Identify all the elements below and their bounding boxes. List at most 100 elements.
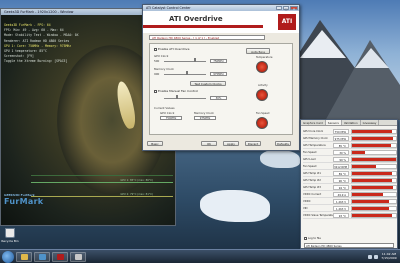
sensor-name: GPU Temp #3 — [303, 185, 321, 189]
snow-peak — [300, 30, 346, 58]
sensor-value: 975 MHz — [333, 135, 349, 141]
sensor-row: GPU Core Clock 750 MHz — [303, 128, 397, 135]
memory-clock-min: 900 — [154, 72, 160, 76]
checkbox-label: Enable Manual Fan Control — [158, 89, 199, 93]
sensor-value: 94 °C — [333, 184, 349, 190]
sensor-graph — [351, 149, 397, 155]
tab-validation[interactable]: Validation — [342, 120, 361, 125]
memory-clock-slider[interactable] — [164, 71, 206, 75]
sensor-row: VDDC 1.263 V — [303, 198, 397, 205]
sensor-graph-fill — [352, 164, 377, 168]
tab-giveaway[interactable]: Giveaway — [361, 120, 380, 125]
sensor-graph-fill — [352, 185, 393, 189]
sensor-value: 90 °C — [333, 177, 349, 183]
sensor-value: 99 % — [333, 156, 349, 162]
tab-graphics-card[interactable]: Graphics Card — [301, 120, 326, 125]
graph-line-gpu1 — [31, 182, 173, 183]
ati-overdrive-window[interactable]: ATI Catalyst Control Center – □ × ATI Ov… — [142, 4, 300, 151]
memory-clock-value[interactable]: 975MHz — [210, 72, 227, 76]
graph-label: GPU 2: 79°C (max: 81°C) — [120, 193, 153, 196]
slider-thumb[interactable] — [176, 95, 178, 99]
system-tray: 11:42 AM 7/15/2009 — [368, 252, 398, 260]
apply-button[interactable]: Apply — [223, 141, 239, 146]
minimize-button[interactable]: – — [276, 6, 282, 11]
taskbar-item-explorer[interactable] — [16, 251, 32, 262]
sensor-graph — [351, 142, 397, 148]
sensor-row: VDDC Slave Temperature 93 °C — [303, 212, 397, 219]
sensor-name: GPU Temp #1 — [303, 171, 321, 175]
furmark-info-overlay: Geeks3D FurMark - FPS: 64 FPS: Min: 49 -… — [4, 23, 79, 65]
sensor-row: GPU Memory Clock 975 MHz — [303, 135, 397, 142]
network-icon[interactable] — [368, 254, 372, 259]
sensor-name: GPU Core Clock — [303, 129, 324, 133]
fan-speed-slider[interactable] — [164, 95, 206, 99]
slider-thumb[interactable] — [186, 71, 188, 75]
overdrive-footer: Basic OK Apply Discard Defaults — [147, 141, 297, 148]
taskbar-item-ccc[interactable] — [52, 251, 68, 262]
tab-sensors[interactable]: Sensors — [325, 120, 342, 125]
sensor-graph-fill — [352, 213, 393, 217]
sensor-row: VDDC Current 49.9 A — [303, 191, 397, 198]
current-memory-clock-label: Memory Clock — [194, 111, 214, 115]
ok-button[interactable]: OK — [201, 141, 217, 146]
temperature-graph: GPU 1: 85°C (max: 86°C) GPU 2: 79°C (max… — [31, 175, 173, 219]
fan-speed-gauge-icon — [256, 117, 268, 129]
sensor-graph — [351, 170, 397, 176]
slider-thumb[interactable] — [194, 58, 196, 62]
checkbox-box — [304, 237, 307, 240]
desktop-icon-recycle-bin[interactable]: Recycle Bin — [1, 228, 19, 246]
maximize-button[interactable]: □ — [283, 6, 289, 11]
fan-speed-value[interactable]: 30% — [210, 96, 227, 100]
sensor-graph-fill — [352, 136, 394, 140]
ati-icon — [56, 253, 64, 260]
taskbar-item-gpuz[interactable] — [70, 251, 86, 262]
window-controls: – □ × — [276, 6, 298, 11]
gpu-clock-min: 500 — [154, 59, 160, 63]
sensor-row: Fan Speed 30 % — [303, 149, 397, 156]
info-line: Mode: Stability Test - Window - MSAA: 0X — [4, 33, 79, 38]
sensor-graph-fill — [352, 150, 366, 154]
log-to-file-checkbox[interactable]: Log to file — [304, 237, 321, 240]
sensor-name: GPU Temp #2 — [303, 178, 321, 182]
sensor-graph-fill — [352, 157, 396, 161]
taskbar-item-furmark[interactable] — [34, 251, 50, 262]
volume-icon[interactable] — [374, 254, 378, 259]
sensor-name: GPU Load — [303, 157, 316, 161]
clock[interactable]: 11:42 AM 7/15/2009 — [380, 252, 398, 260]
test-custom-clocks-button[interactable]: Test Custom Clocks — [190, 81, 226, 86]
temperature-gauge-label: Temperature — [256, 56, 273, 59]
sensor-value: 93 °C — [333, 212, 349, 218]
close-button[interactable]: × — [290, 6, 298, 11]
manual-fan-checkbox[interactable]: Enable Manual Fan Control — [154, 89, 198, 93]
sensor-value: 3212 RPM — [333, 163, 349, 169]
card-select-dropdown[interactable]: ATI Radeon HD 4800 Series — [304, 243, 394, 248]
enable-overdrive-checkbox[interactable]: Enable ATI Overdrive — [154, 47, 189, 51]
sensor-graph-fill — [352, 199, 390, 203]
activity-gauge-label: Activity — [258, 84, 268, 87]
sensor-name: VDDC — [303, 199, 311, 203]
sensor-graph-fill — [352, 178, 393, 182]
sensor-value: 89 °C — [333, 170, 349, 176]
gpu-clock-value[interactable]: 750MHz — [210, 59, 227, 63]
gpu-clock-slider[interactable] — [164, 58, 206, 62]
info-line: Toggle the Xtreme Burning: [SPACE] — [4, 59, 68, 64]
taskbar: 11:42 AM 7/15/2009 — [0, 249, 400, 263]
sensor-graph-fill — [352, 171, 392, 175]
sensor-graph — [351, 163, 397, 169]
sensor-graph — [351, 184, 397, 190]
auto-tune-button[interactable]: Auto-Tune — [246, 48, 270, 54]
sensor-monitor-window[interactable]: Graphics Card Sensors Validation Giveawa… — [300, 119, 398, 249]
sensor-graph — [351, 212, 397, 218]
current-gpu-clock-label: GPU Clock — [160, 111, 175, 115]
sensor-name: GPU Temperature — [303, 143, 326, 147]
memory-clock-label: Memory Clock — [154, 67, 174, 71]
checkbox-box — [154, 47, 157, 51]
temperature-gauge-icon — [256, 61, 268, 73]
discard-button[interactable]: Discard — [245, 141, 261, 146]
gpu-select-dropdown[interactable]: ATI Radeon HD 4800 Series - [ 1 of 1 ] -… — [149, 35, 265, 40]
sensor-row: VID 1.263 V — [303, 205, 397, 212]
start-button[interactable] — [2, 250, 14, 263]
defaults-button[interactable]: Defaults — [275, 141, 291, 146]
basic-button[interactable]: Basic — [147, 141, 163, 146]
sensor-row: GPU Load 99 % — [303, 156, 397, 163]
